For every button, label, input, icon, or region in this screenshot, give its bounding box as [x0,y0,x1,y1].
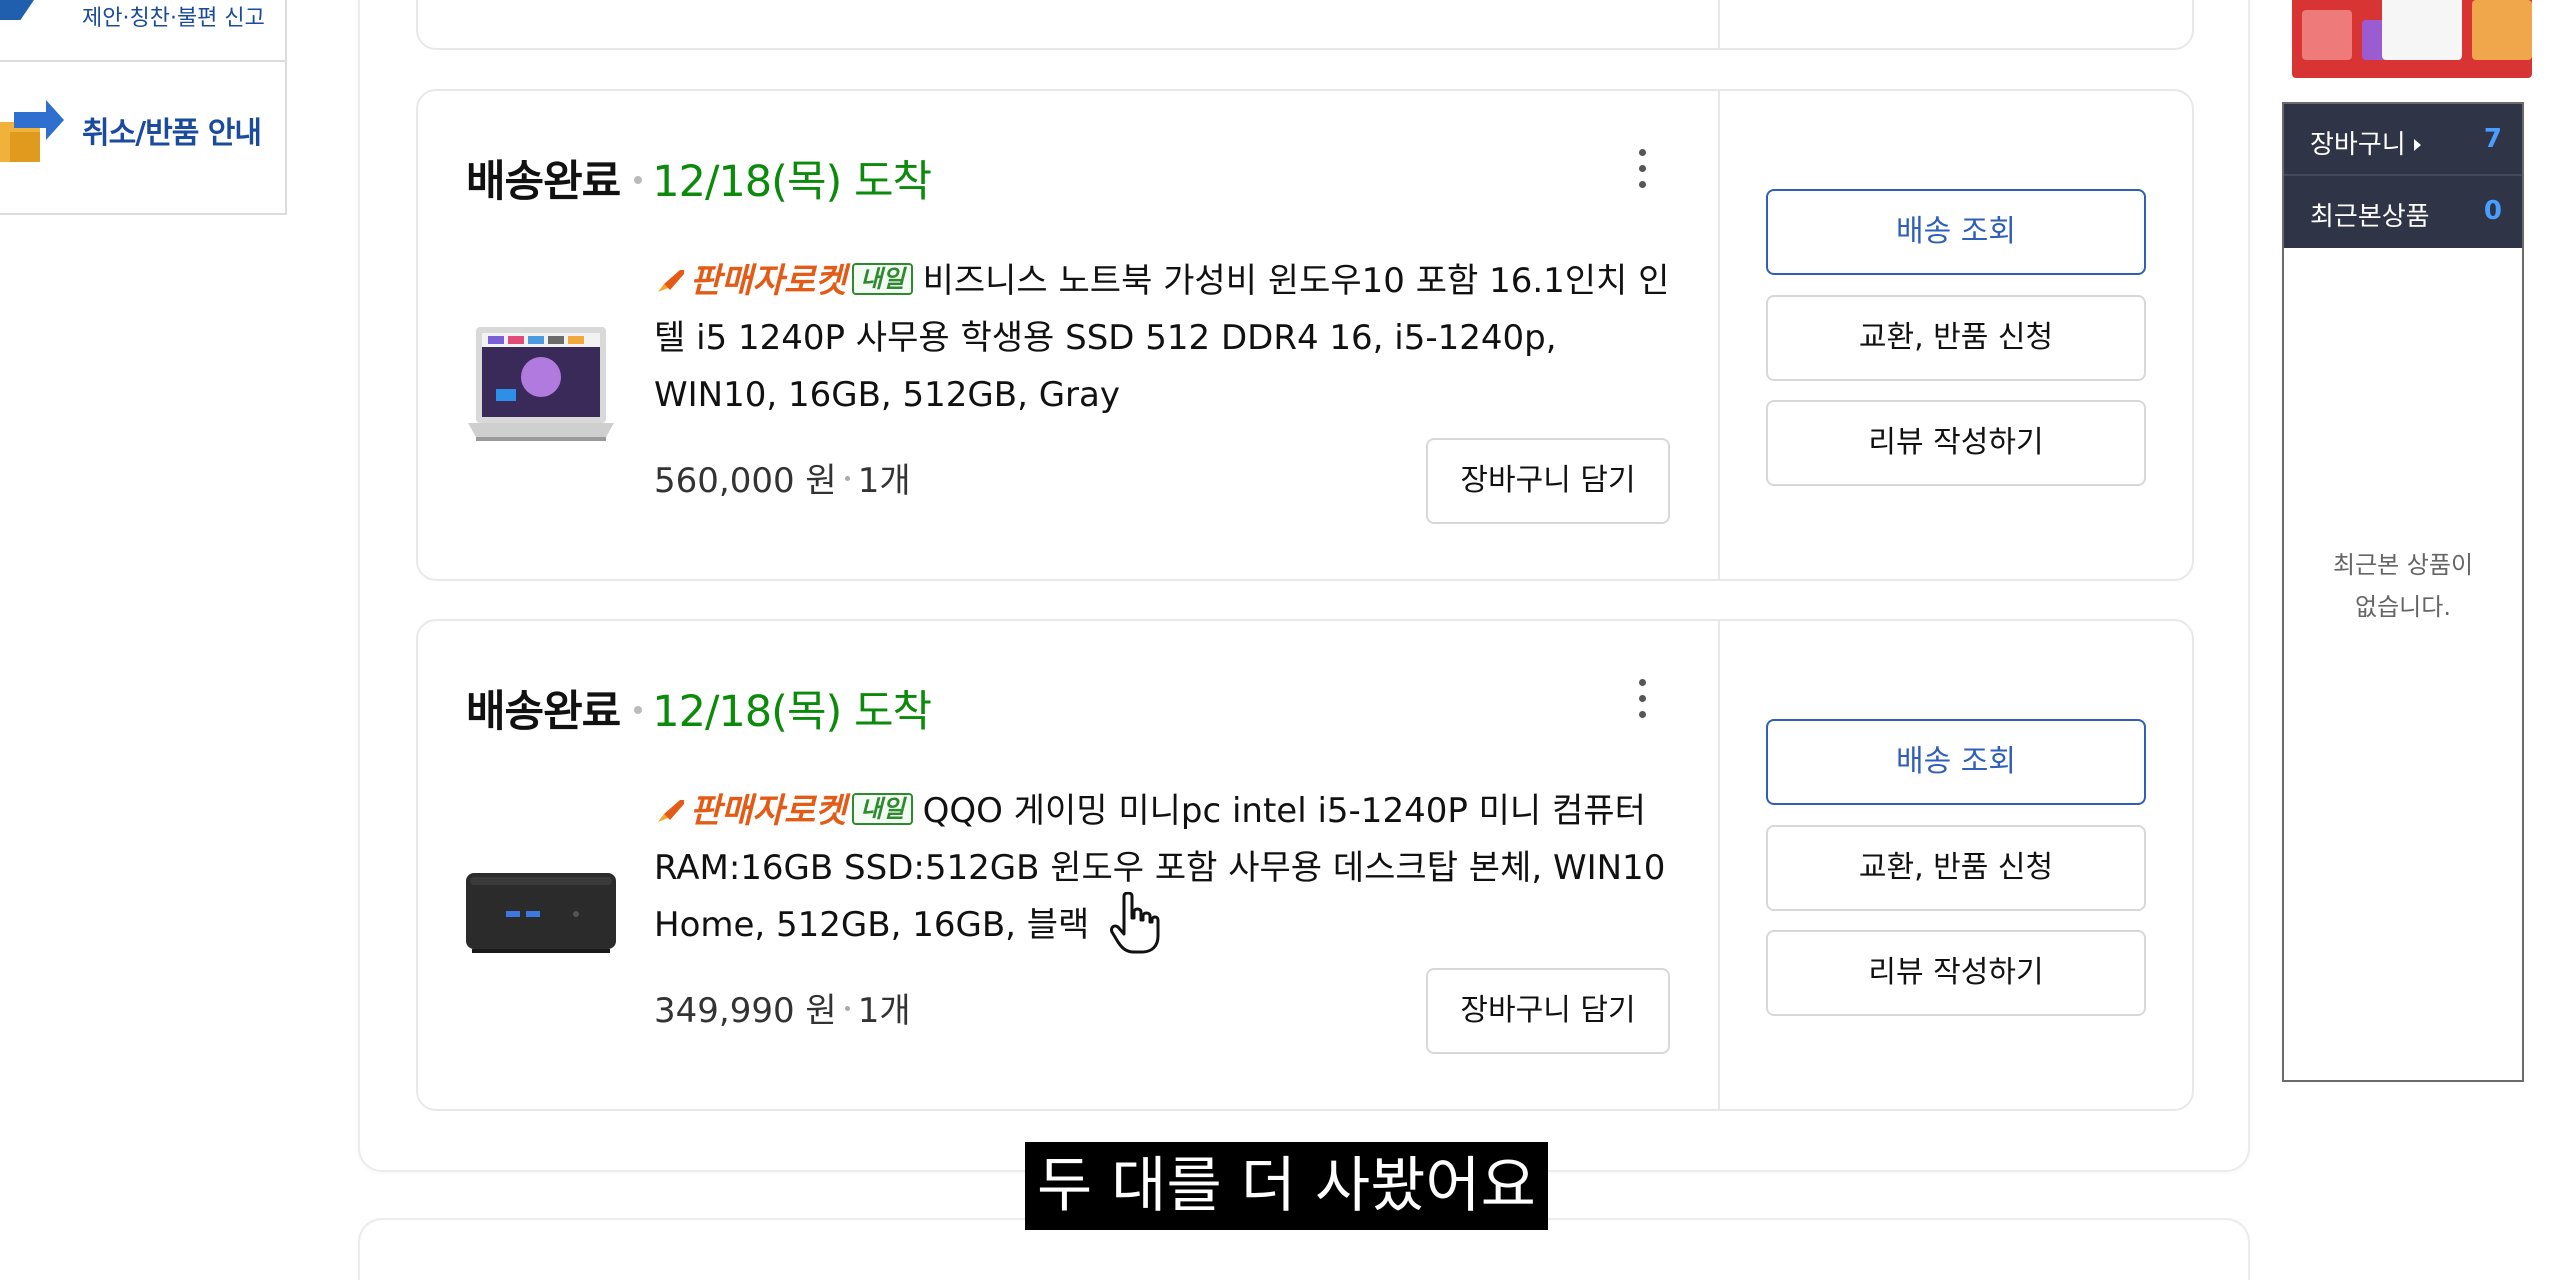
product-title[interactable]: 판매자로켓 내일 QQO 게이밍 미니pc intel i5-1240P 미니 컴퓨… [654,783,1684,954]
recent-empty-message: 최근본 상품이 없습니다. [2332,551,2474,621]
hand-pointer-icon [1110,892,1160,954]
sidebar-item-label: 제안·칭찬·불편 신고 [82,6,265,31]
order-card: 배송완료 12/18(목) 도착 판매자로켓 내일 QQO 게이밍 미니pc inte… [416,619,2194,1111]
price: 560,000 원 [654,461,837,501]
seller-rocket-badge: 판매자로켓 [654,791,846,831]
arrival-date: 12/18(목) 도착 [652,687,932,737]
separator-dot [634,705,643,714]
order-card: 배송완료 12/18(목) 도착 판매자로켓 내일 비즈니스 노트북 가성비 윈도우1… [416,89,2194,581]
mini-pc-thumbnail[interactable] [466,849,616,999]
arrival-date: 12/18(목) 도착 [652,157,932,207]
delivery-status: 배송완료 12/18(목) 도착 [466,677,932,739]
megaphone-icon [0,0,34,20]
exchange-return-button[interactable]: 교환, 반품 신청 [1766,295,2146,381]
add-to-cart-button[interactable]: 장바구니 담기 [1426,438,1670,524]
delivery-status: 배송완료 12/18(목) 도착 [466,147,932,209]
quantity: 1개 [857,461,911,501]
side-cart-link[interactable]: 장바구니 7 [2284,104,2522,176]
swap-arrows-icon [0,100,64,162]
track-delivery-button[interactable]: 배송 조회 [1766,189,2146,275]
rocket-icon [658,800,684,822]
order-card-previous [416,0,2194,50]
gift-bag-icon [2302,10,2352,60]
tomorrow-badge: 내일 [852,793,913,825]
caret-right-icon [2413,139,2421,151]
rocket-icon [658,270,684,292]
card-divider [1718,0,1720,48]
track-delivery-button[interactable]: 배송 조회 [1766,719,2146,805]
tomorrow-badge: 내일 [852,263,913,295]
write-review-button[interactable]: 리뷰 작성하기 [1766,400,2146,486]
gift-box-icon [2382,0,2462,60]
separator-dot [844,1006,850,1011]
separator-dot [634,175,643,184]
laptop-thumbnail[interactable] [466,315,616,465]
sidebar-item-cancel-return[interactable]: 취소/반품 안내 [0,86,287,176]
side-recent-link[interactable]: 최근본상품 0 [2284,176,2522,248]
sidebar-item-feedback[interactable]: 제안·칭찬·불편 신고 [0,0,287,62]
gift-bag-icon [2472,0,2532,60]
exchange-return-button[interactable]: 교환, 반품 신청 [1766,825,2146,911]
price-quantity: 349,990 원 1개 [654,983,911,1032]
sidebar-item-label: 취소/반품 안내 [82,116,262,151]
add-to-cart-button[interactable]: 장바구니 담기 [1426,968,1670,1054]
video-caption: 두 대를 더 사봤어요 [1025,1142,1548,1230]
price-quantity: 560,000 원 1개 [654,453,911,502]
side-cart-label: 장바구니 [2310,124,2421,161]
status-label: 배송완료 [466,157,621,207]
side-recent-label: 최근본상품 [2310,202,2430,232]
quantity: 1개 [857,991,911,1031]
more-options-icon[interactable] [1636,149,1648,195]
card-divider [1718,91,1720,579]
order-list-page: 제안·칭찬·불편 신고 취소/반품 안내 배송완료 12/18(목) 도착 판매… [0,0,2560,1280]
status-label: 배송완료 [466,687,621,737]
left-sidebar: 제안·칭찬·불편 신고 취소/반품 안내 [0,0,287,215]
quick-side-panel: 장바구니 7 최근본상품 0 최근본 상품이 없습니다. [2282,102,2524,1082]
price: 349,990 원 [654,991,837,1031]
recent-count: 0 [2483,196,2502,226]
seller-rocket-badge: 판매자로켓 [654,261,846,301]
promo-banner[interactable] [2292,0,2532,78]
more-options-icon[interactable] [1636,679,1648,725]
separator-dot [844,476,850,481]
product-title[interactable]: 판매자로켓 내일 비즈니스 노트북 가성비 윈도우10 포함 16.1인치 인텔 i… [654,253,1684,424]
write-review-button[interactable]: 리뷰 작성하기 [1766,930,2146,1016]
cart-count: 7 [2483,124,2502,154]
card-divider [1718,621,1720,1109]
